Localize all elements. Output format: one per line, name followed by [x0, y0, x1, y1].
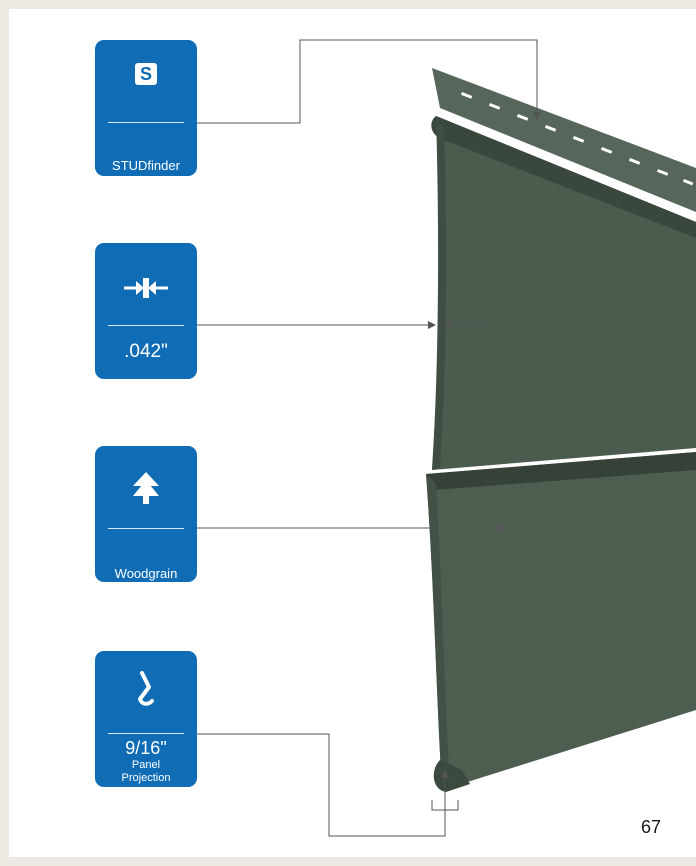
badge-divider	[108, 733, 184, 734]
thickness-badge: .042"	[95, 243, 197, 379]
badge-divider	[108, 528, 184, 529]
s-letter-icon: S	[95, 63, 197, 85]
woodgrain-badge: Woodgrain	[95, 446, 197, 582]
thickness-label: .042"	[124, 341, 168, 362]
badge-divider	[108, 325, 184, 326]
page-number: 67	[641, 817, 662, 837]
studfinder-label: STUDfinder	[112, 158, 180, 173]
woodgrain-label: Woodgrain	[114, 566, 178, 581]
badge-divider	[108, 122, 184, 123]
projection-label-line1: Panel	[131, 759, 161, 771]
lower-board	[426, 452, 696, 790]
thickness-arrows-icon	[95, 277, 197, 299]
tree-icon	[95, 470, 197, 506]
projection-badge: 9/16" Panel Projection	[95, 651, 197, 787]
profile-curve-icon	[95, 669, 197, 707]
projection-label-line2: Projection	[121, 772, 171, 784]
studfinder-badge: S STUDfinder	[95, 40, 197, 176]
projection-value: 9/16"	[125, 738, 167, 758]
